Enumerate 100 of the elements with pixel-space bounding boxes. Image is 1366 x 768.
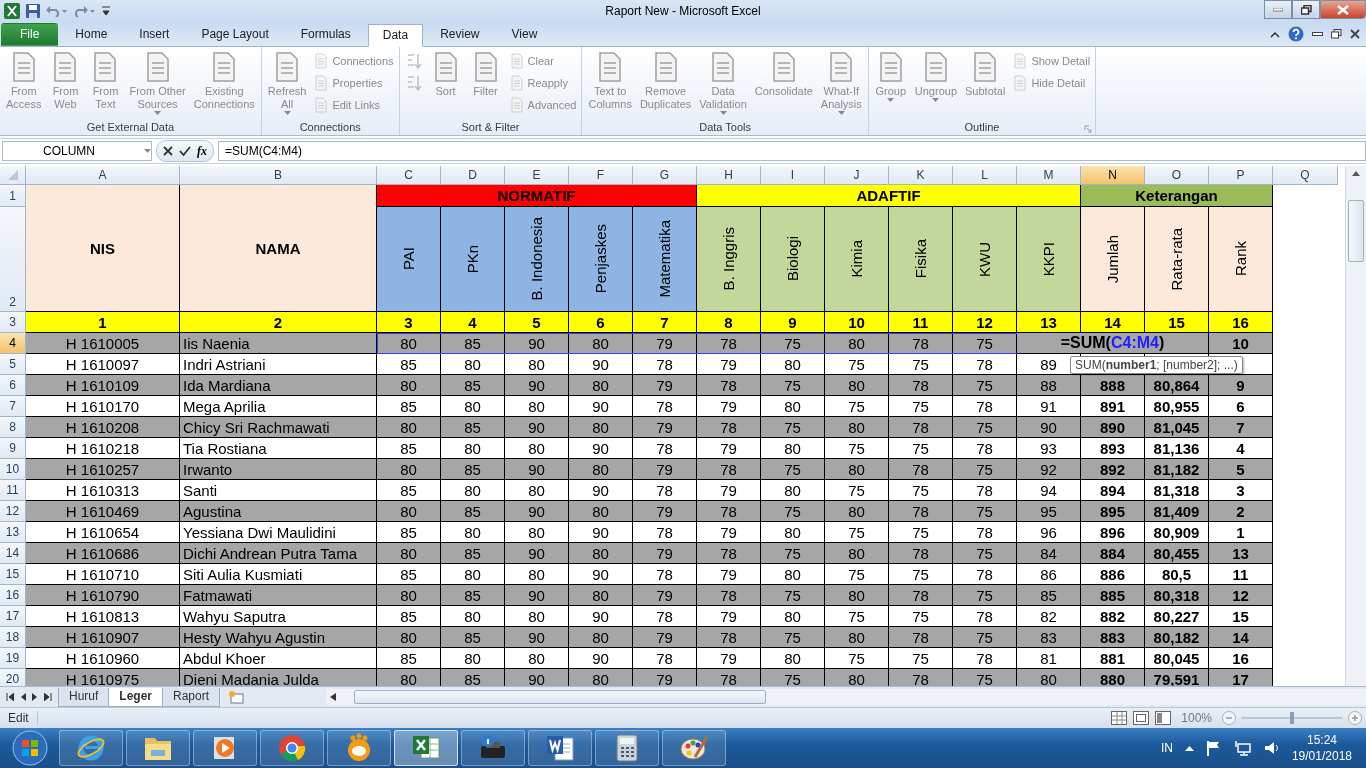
row-header[interactable]: 19 [0, 648, 26, 669]
row-header[interactable]: 14 [0, 543, 26, 564]
grid-heading[interactable]: B [180, 166, 377, 185]
vertical-scrollbar[interactable] [1345, 166, 1366, 686]
grid-heading[interactable]: H [697, 166, 761, 185]
row-header[interactable]: 20 [0, 669, 26, 686]
row-header[interactable]: 13 [0, 522, 26, 543]
taskbar-button[interactable] [528, 730, 592, 766]
language-indicator[interactable]: IN [1160, 741, 1173, 755]
row-header[interactable]: 16 [0, 585, 26, 606]
cell-editor[interactable]: =SUM(C4:M4) [1017, 333, 1209, 354]
row-header[interactable]: 15 [0, 564, 26, 585]
cancel-icon[interactable] [163, 146, 173, 156]
row-header[interactable]: 6 [0, 375, 26, 396]
row-header[interactable]: 4 [0, 333, 26, 354]
grid-heading[interactable]: A [26, 166, 180, 185]
ribbon-tab[interactable]: Formulas [285, 23, 366, 46]
grid-heading[interactable]: K [889, 166, 953, 185]
enter-icon[interactable] [179, 146, 191, 156]
grid-heading[interactable]: J [825, 166, 889, 185]
next-sheet-icon[interactable] [32, 693, 38, 701]
redo-icon[interactable] [74, 5, 96, 17]
restore-icon[interactable] [1331, 29, 1342, 39]
grid-heading[interactable]: P [1209, 166, 1273, 185]
grid-heading[interactable]: E [505, 166, 569, 185]
ribbon-tab[interactable]: File [1, 23, 59, 46]
spreadsheet-icon[interactable] [4, 3, 20, 19]
taskbar-button[interactable] [461, 730, 525, 766]
taskbar-button[interactable] [327, 730, 391, 766]
taskbar-button[interactable] [260, 730, 324, 766]
ribbon-tab[interactable]: Data [367, 24, 424, 47]
grid-heading[interactable]: G [633, 166, 697, 185]
grid-heading[interactable]: F [569, 166, 633, 185]
row-header[interactable]: 8 [0, 417, 26, 438]
grid-heading[interactable]: L [953, 166, 1017, 185]
help-icon[interactable] [1288, 26, 1304, 42]
page-layout-icon[interactable] [1133, 711, 1150, 725]
grid-heading[interactable]: Q [1273, 166, 1338, 185]
clock-date[interactable]: 19/01/2018 [1291, 749, 1352, 763]
taskbar-button[interactable] [595, 730, 659, 766]
scroll-left-icon[interactable] [330, 693, 336, 701]
close-button[interactable] [1320, 0, 1366, 19]
ribbon-tab[interactable]: Home [60, 23, 123, 46]
grid-heading[interactable]: I [761, 166, 825, 185]
row-header[interactable]: 7 [0, 396, 26, 417]
row-header[interactable]: 11 [0, 480, 26, 501]
undo-icon[interactable] [46, 5, 68, 17]
grid-heading[interactable]: D [441, 166, 505, 185]
network-icon[interactable] [1233, 740, 1252, 756]
customize-icon[interactable] [102, 6, 110, 16]
grid-heading[interactable]: M [1017, 166, 1081, 185]
taskbar-button[interactable] [662, 730, 726, 766]
table-cell: 80,455 [1145, 543, 1209, 564]
volume-icon[interactable] [1263, 740, 1280, 756]
row-header[interactable]: 10 [0, 459, 26, 480]
page-break-icon[interactable] [1155, 711, 1172, 725]
caret-icon[interactable] [1184, 745, 1194, 751]
row-header[interactable]: 9 [0, 438, 26, 459]
horizontal-scrollbar[interactable] [326, 689, 1366, 705]
previous-sheet-icon[interactable] [20, 693, 26, 701]
formula-field[interactable]: =SUM(C4:M4) [218, 141, 1366, 161]
table-cell: 75 [889, 438, 953, 459]
row-header[interactable]: 3 [0, 312, 26, 333]
grid-heading[interactable]: N [1081, 166, 1145, 185]
taskbar-button[interactable] [394, 730, 458, 766]
close-icon[interactable] [1350, 29, 1360, 39]
row-header[interactable]: 2 [0, 207, 26, 312]
sheet-tab[interactable]: Leger [108, 687, 164, 707]
minimize-icon[interactable] [1312, 32, 1323, 36]
normal-view-icon[interactable] [1111, 711, 1128, 725]
grid-heading[interactable]: O [1145, 166, 1209, 185]
insert-function-button[interactable]: fx [197, 143, 207, 159]
name-box[interactable]: COLUMN [2, 141, 152, 161]
row-header[interactable]: 5 [0, 354, 26, 375]
zoom-level[interactable]: 100% [1181, 711, 1212, 725]
clock-time[interactable]: 15:24 [1306, 733, 1337, 747]
taskbar-button[interactable] [193, 730, 257, 766]
taskbar-button[interactable] [126, 730, 190, 766]
scroll-thumb[interactable] [1348, 200, 1364, 262]
flag-icon[interactable] [1205, 740, 1222, 756]
sheet-tab[interactable]: Huruf [58, 687, 110, 707]
taskbar-button[interactable] [59, 730, 123, 766]
restore-button[interactable] [1292, 0, 1320, 19]
save-icon[interactable] [26, 4, 40, 18]
first-sheet-icon[interactable] [6, 693, 14, 701]
scroll-up-icon[interactable] [1352, 170, 1360, 176]
ribbon-tab[interactable]: Insert [124, 23, 185, 46]
row-header[interactable]: 17 [0, 606, 26, 627]
zoom-slider[interactable] [1242, 712, 1342, 724]
ribbon-tab[interactable]: View [496, 23, 553, 46]
sheet-tab[interactable]: Raport [162, 687, 221, 707]
row-header[interactable]: 18 [0, 627, 26, 648]
last-sheet-icon[interactable] [44, 693, 52, 701]
collapse-ribbon-icon[interactable] [1270, 30, 1280, 38]
ribbon-tab[interactable]: Page Layout [186, 23, 284, 46]
zoom-slider-thumb[interactable] [1290, 712, 1294, 724]
row-header[interactable]: 1 [0, 185, 26, 207]
grid-heading[interactable]: C [377, 166, 441, 185]
row-header[interactable]: 12 [0, 501, 26, 522]
ribbon-tab[interactable]: Review [425, 23, 495, 46]
